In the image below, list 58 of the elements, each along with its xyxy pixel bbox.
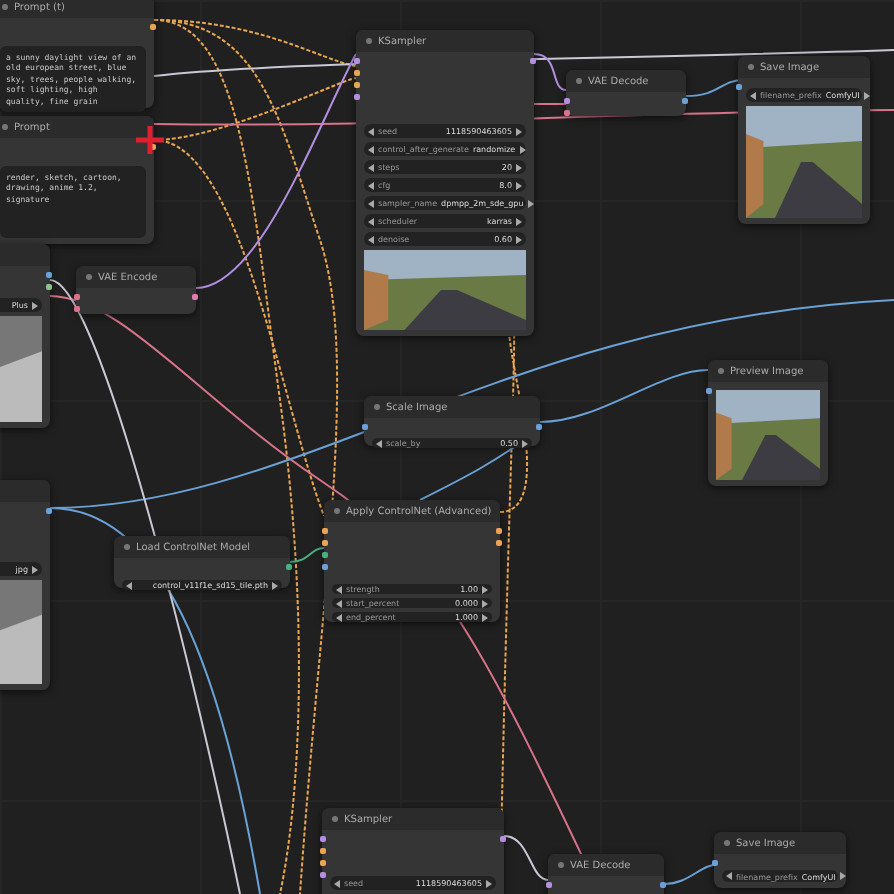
right-arrow-icon[interactable] [522,439,528,447]
left-arrow-icon[interactable] [376,439,382,447]
output-port[interactable] [500,836,506,842]
collapse-dot-icon[interactable] [332,816,338,822]
collapse-dot-icon[interactable] [86,274,92,280]
output-port[interactable] [536,424,542,430]
collapse-dot-icon[interactable] [724,840,730,846]
left-arrow-icon[interactable] [334,879,340,887]
right-arrow-icon[interactable] [839,872,846,880]
input-port[interactable] [712,860,718,866]
output-port[interactable] [660,882,666,888]
collapse-dot-icon[interactable] [366,38,372,44]
right-arrow-icon[interactable] [527,199,534,207]
left-arrow-icon[interactable] [368,181,374,189]
input-port[interactable] [546,882,552,888]
right-arrow-icon[interactable] [516,127,522,135]
street-photo-placeholder [716,390,820,480]
left-arrow-icon[interactable] [368,235,374,243]
left-arrow-icon[interactable] [126,581,132,589]
left-arrow-icon[interactable] [368,145,374,153]
collapse-dot-icon[interactable] [334,508,340,514]
output-port[interactable] [530,58,536,64]
collapse-dot-icon[interactable] [374,404,380,410]
output-port[interactable] [150,144,156,150]
street-photo-placeholder [746,106,862,218]
input-port[interactable] [706,388,712,394]
left-arrow-icon[interactable] [368,199,374,207]
collapse-dot-icon[interactable] [576,78,582,84]
collapse-dot-icon[interactable] [2,124,8,130]
right-arrow-icon[interactable] [516,217,522,225]
output-port[interactable] [286,564,292,570]
collapse-dot-icon[interactable] [2,4,8,10]
right-arrow-icon[interactable] [486,879,492,887]
right-arrow-icon[interactable] [516,235,522,243]
collapse-dot-icon[interactable] [124,544,130,550]
right-arrow-icon[interactable] [516,181,522,189]
left-arrow-icon[interactable] [368,163,374,171]
output-port[interactable] [682,98,688,104]
node-graph-canvas[interactable] [0,0,894,894]
output-port[interactable] [46,508,52,514]
right-arrow-icon[interactable] [516,163,522,171]
right-arrow-icon[interactable] [32,301,38,309]
right-arrow-icon[interactable] [863,91,870,99]
left-arrow-icon[interactable] [750,91,756,99]
left-arrow-icon[interactable] [368,217,374,225]
crosshair-icon [136,126,164,154]
collapse-dot-icon[interactable] [718,368,724,374]
collapse-dot-icon[interactable] [558,862,564,868]
right-arrow-icon[interactable] [519,145,526,153]
right-arrow-icon[interactable] [32,565,38,573]
input-port[interactable] [362,424,368,430]
left-arrow-icon[interactable] [726,872,732,880]
left-arrow-icon[interactable] [368,127,374,135]
output-port[interactable] [192,294,198,300]
input-port[interactable] [736,84,742,90]
right-arrow-icon[interactable] [272,581,278,589]
collapse-dot-icon[interactable] [748,64,754,70]
output-port[interactable] [150,24,156,30]
